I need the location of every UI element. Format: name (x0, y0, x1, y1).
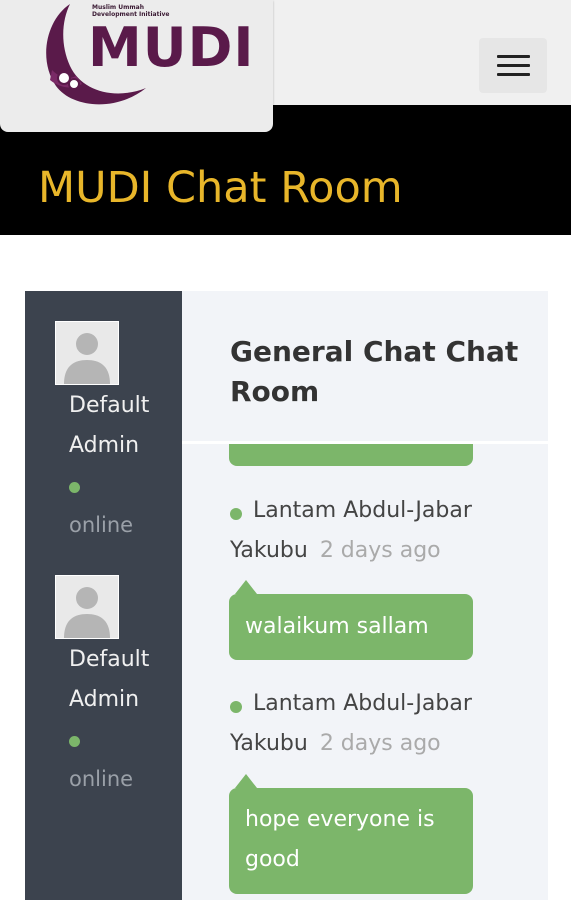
message-meta: Yakubu 2 days ago (230, 724, 441, 764)
online-status-dot (69, 482, 80, 493)
default-avatar-icon (56, 322, 118, 384)
logo-card[interactable]: Muslim Ummah Development Initiative MUDI (0, 0, 273, 132)
author-online-dot (230, 701, 242, 713)
message-time: 2 days ago (319, 538, 441, 563)
bubble-tail (235, 774, 257, 788)
hamburger-icon (497, 64, 530, 67)
message-author: Lantam Abdul-Jabar (253, 691, 472, 716)
message-author: Lantam Abdul-Jabar (253, 498, 472, 523)
message-author: Yakubu (230, 731, 308, 756)
message-meta: Yakubu 2 days ago (230, 531, 441, 571)
user-avatar[interactable] (55, 321, 119, 385)
online-status-dot (69, 736, 80, 747)
message-text: good (245, 847, 300, 872)
author-online-dot (230, 508, 242, 520)
menu-button[interactable] (479, 38, 547, 93)
default-avatar-icon (56, 576, 118, 638)
message-text: walaikum sallam (245, 614, 429, 639)
user-name[interactable]: Default Admin (69, 640, 179, 720)
user-name[interactable]: Default Admin (69, 386, 179, 466)
user-avatar[interactable] (55, 575, 119, 639)
message-bubble: walaikum sallam (229, 594, 473, 660)
message-text: hope everyone is (245, 807, 435, 832)
message-time: 2 days ago (319, 731, 441, 756)
room-title: General Chat Chat Room (230, 335, 519, 408)
message-bubble-partial (229, 444, 473, 466)
page-title: MUDI Chat Room (38, 163, 403, 213)
bubble-tail (235, 580, 257, 594)
hamburger-icon (497, 55, 530, 58)
logo-wordmark: MUDI (88, 16, 255, 79)
user-status: online (69, 513, 134, 537)
user-status: online (69, 767, 134, 791)
hamburger-icon (497, 73, 530, 76)
message-author: Yakubu (230, 538, 308, 563)
message-bubble: hope everyone is good (229, 788, 473, 894)
